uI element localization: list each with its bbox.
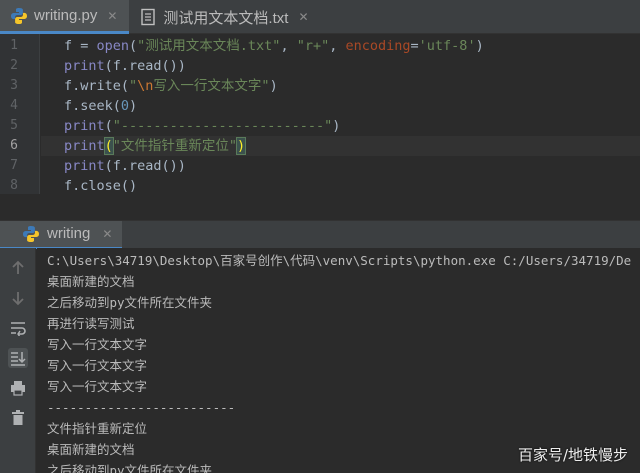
line-number: 3 (10, 78, 18, 93)
line-number: 7 (10, 158, 18, 173)
command-line: C:\Users\34719\Desktop\百家号创作\代码\venv\Scr… (47, 253, 632, 268)
watermark: 百家号/地铁慢步 (517, 446, 628, 464)
code-line: f = open("测试用文本文档.txt", "r+", encoding='… (64, 38, 484, 54)
output-line: 写入一行文本文字 (47, 358, 148, 373)
scroll-to-end-icon[interactable] (8, 348, 28, 368)
line-number: 5 (10, 118, 18, 133)
python-icon (23, 225, 39, 242)
code-line: print(f.read()) (64, 158, 186, 174)
code-line: print("文件指针重新定位") (64, 137, 247, 155)
line-number: 8 (10, 178, 18, 193)
close-icon[interactable]: ✕ (298, 10, 308, 24)
close-icon[interactable]: ✕ (102, 227, 112, 241)
code-line: f.close() (64, 178, 138, 194)
editor-tab-bar: writing.py ✕ 测试用文本文档.txt ✕ (0, 0, 640, 34)
soft-wrap-icon[interactable] (8, 318, 28, 338)
console-output[interactable]: C:\Users\34719\Desktop\百家号创作\代码\venv\Scr… (37, 248, 640, 473)
arrow-up-icon[interactable] (8, 258, 28, 278)
run-toolbar (0, 248, 36, 473)
code-line: f.write("\n写入一行文本文字") (64, 78, 278, 94)
line-number: 6 (10, 138, 18, 153)
code-line: print("-------------------------") (64, 118, 341, 134)
line-number: 4 (10, 98, 18, 113)
run-tab-label: writing (47, 225, 91, 242)
text-file-icon (141, 8, 156, 26)
run-tab[interactable]: writing ✕ (0, 220, 123, 249)
code-editor[interactable]: 1 2 3 4 5 6 7 8 f = open("测试用文本文档.txt", … (0, 34, 640, 194)
arrow-down-icon[interactable] (8, 288, 28, 308)
close-icon[interactable]: ✕ (107, 9, 117, 23)
tab-writing-py[interactable]: writing.py ✕ (0, 0, 130, 34)
output-line: 再进行读写测试 (47, 316, 135, 331)
output-line: 写入一行文本文字 (47, 337, 148, 352)
code-line: f.seek(0) (64, 98, 138, 114)
output-line: 文件指针重新定位 (47, 421, 148, 436)
output-line: 桌面新建的文档 (47, 442, 135, 457)
tab-label: 测试用文本文档.txt (163, 9, 289, 27)
output-line: 之后移动到py文件所在文件夹 (47, 463, 213, 473)
line-number: 1 (10, 38, 18, 53)
output-line: ------------------------- (47, 400, 236, 415)
tab-text-file[interactable]: 测试用文本文档.txt ✕ (129, 0, 320, 34)
trash-icon[interactable] (8, 408, 28, 428)
print-icon[interactable] (8, 378, 28, 398)
line-number-gutter: 1 2 3 4 5 6 7 8 (0, 34, 40, 194)
panel-separator (0, 194, 640, 220)
tab-label: writing.py (34, 7, 98, 24)
line-number: 2 (10, 58, 18, 73)
python-file-icon (11, 7, 27, 24)
output-line: 桌面新建的文档 (47, 274, 135, 289)
run-panel-header: writing ✕ (0, 220, 640, 249)
output-line: 写入一行文本文字 (47, 379, 148, 394)
output-line: 之后移动到py文件所在文件夹 (47, 295, 213, 310)
code-line: print(f.read()) (64, 58, 186, 74)
